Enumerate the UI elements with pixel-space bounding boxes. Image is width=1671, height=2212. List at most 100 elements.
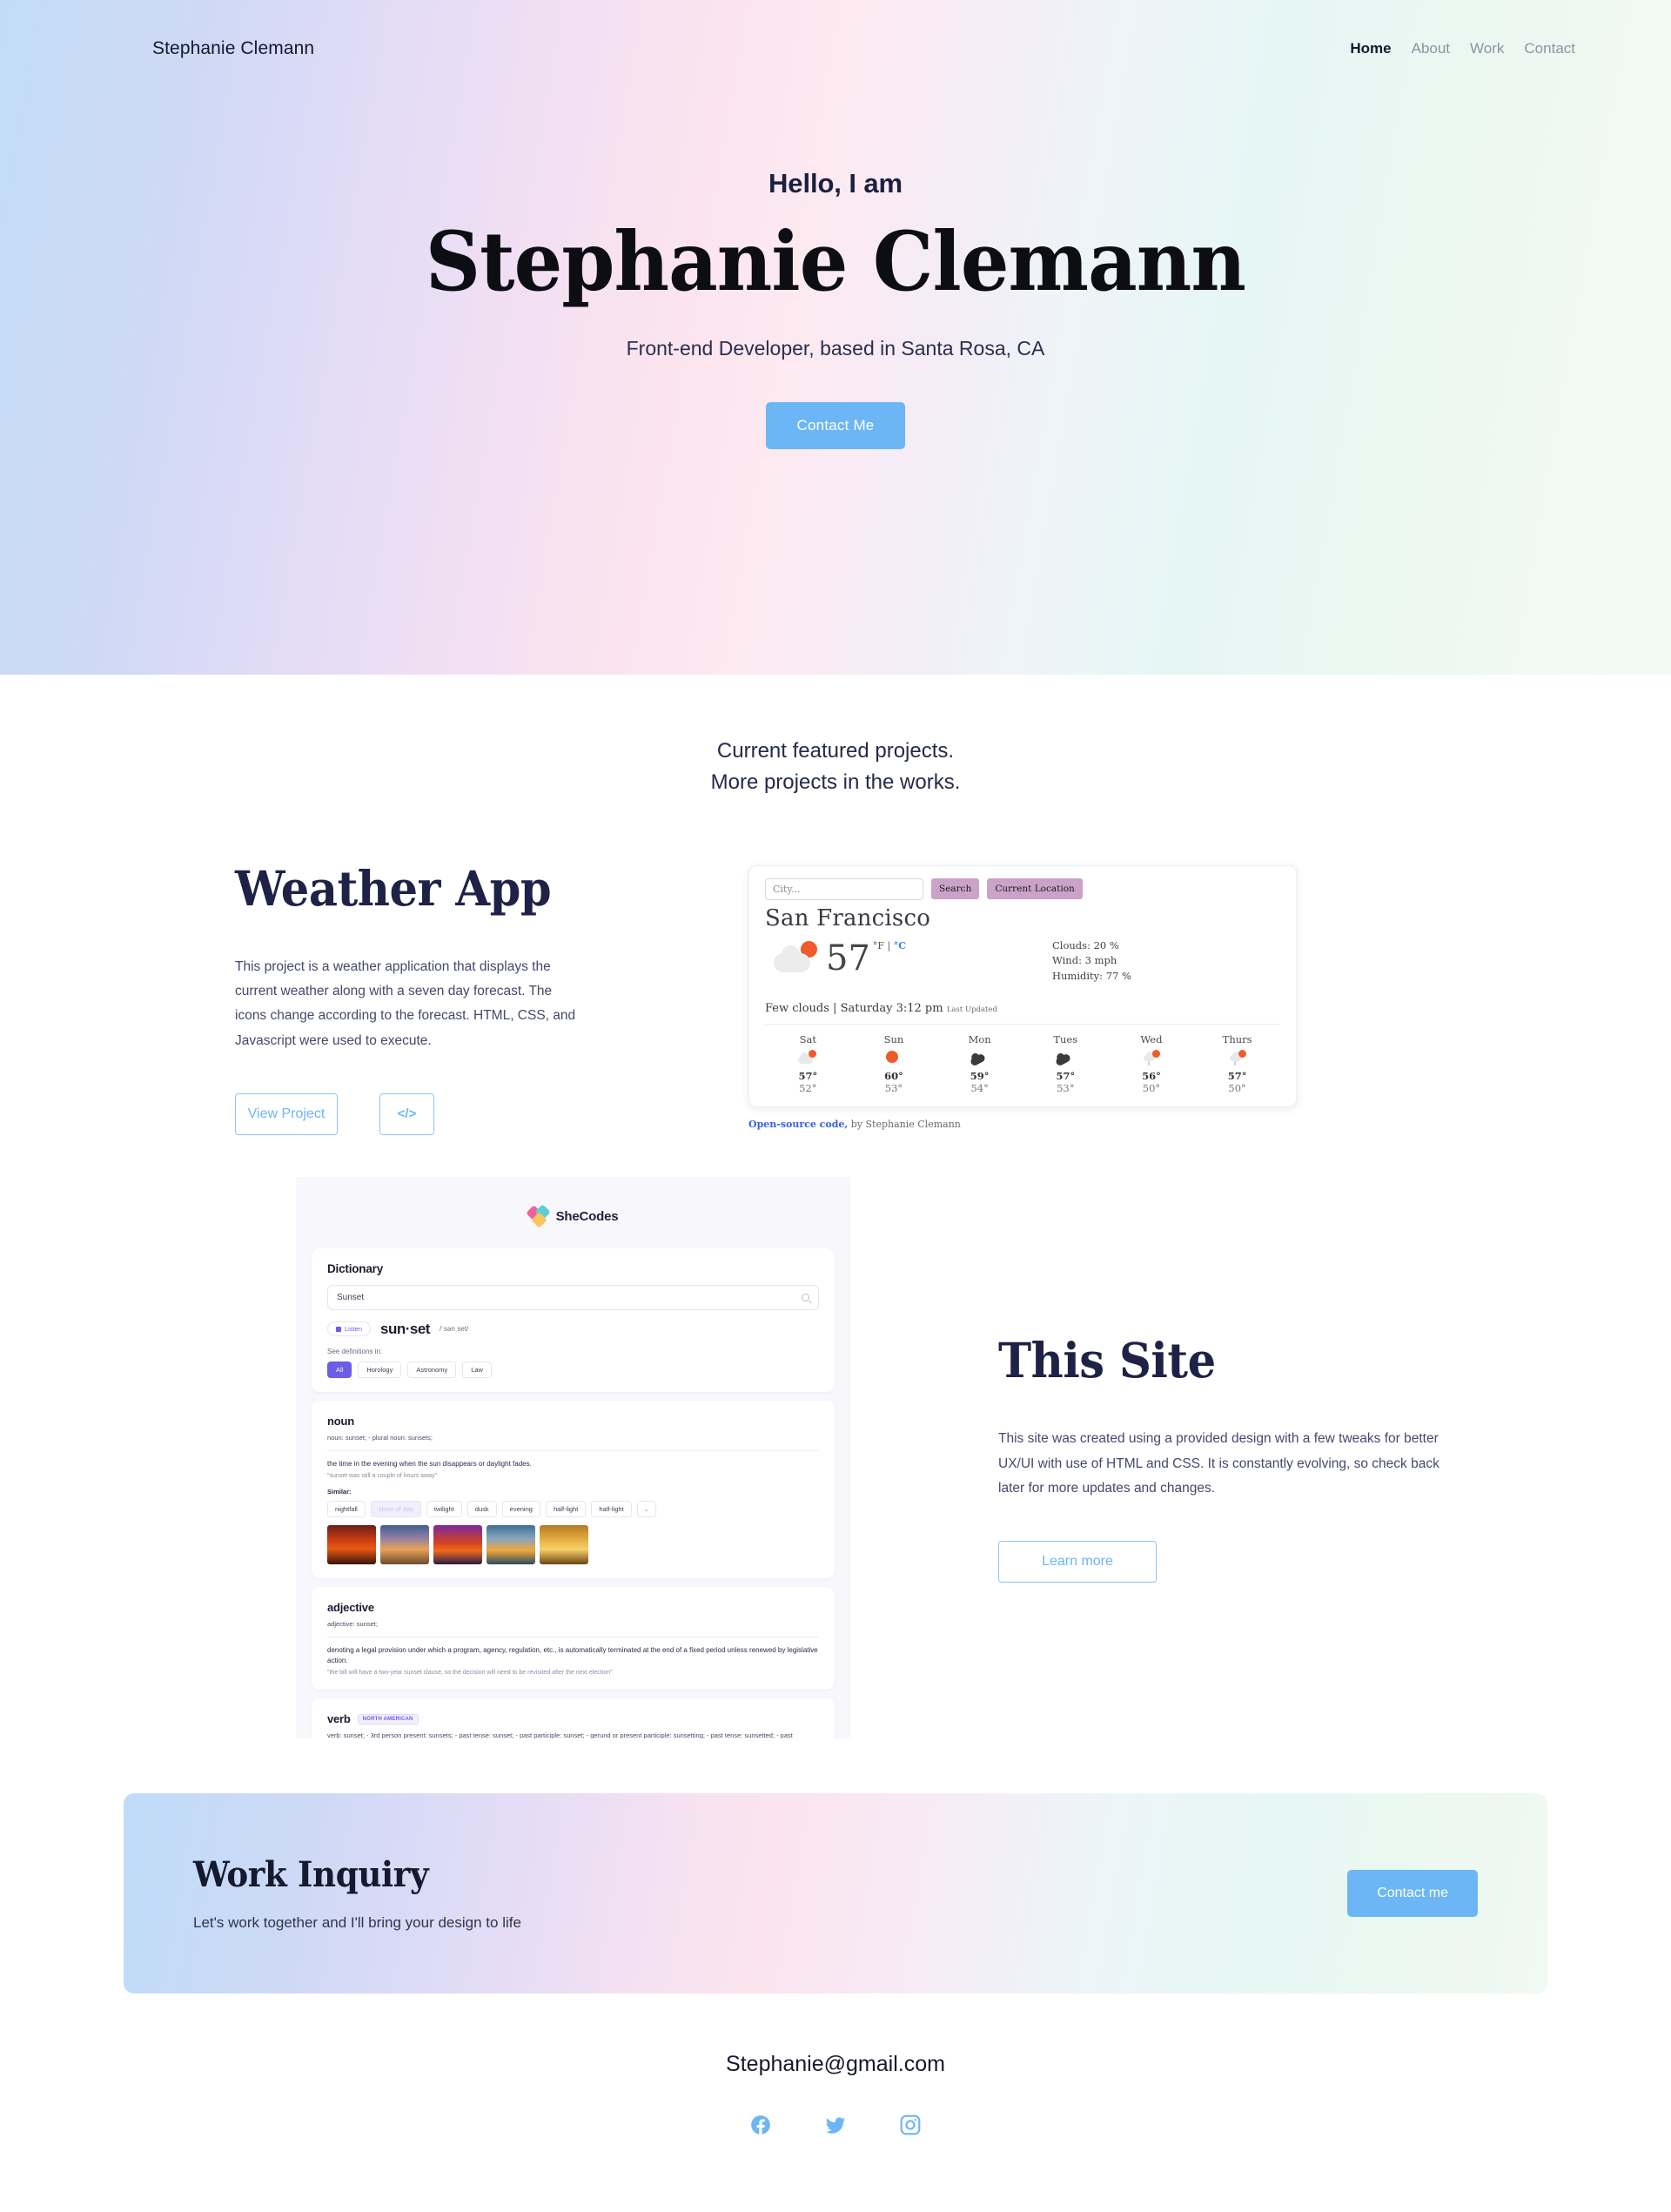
weather-city-input[interactable]: City... [765, 877, 923, 900]
adjective-definition: denoting a legal provision under which a… [327, 1646, 818, 1665]
forecast-low: 54° [970, 1082, 989, 1095]
main-nav: Home About Work Contact [1350, 40, 1575, 57]
site-brand: Stephanie Clemann [152, 38, 315, 58]
similar-chip[interactable]: evening [501, 1501, 540, 1517]
similar-chip[interactable]: dusk [466, 1501, 497, 1517]
weather-condition-line: Few clouds | Saturday 3:12 pm Last Updat… [765, 1002, 1280, 1022]
site-footer: Stephanie@gmail.com [0, 1993, 1671, 2188]
weather-last-updated: Last Updated [946, 1005, 997, 1015]
weather-sep: | [833, 1002, 837, 1016]
verb-pos-label: verb NORTH AMERICAN [327, 1712, 819, 1725]
forecast-day-label: Thurs [1222, 1033, 1252, 1046]
noun-image-strip [327, 1525, 819, 1564]
weather-search-button[interactable]: Search [931, 878, 980, 900]
work-inquiry-text: Work Inquiry Let's work together and I'l… [193, 1854, 521, 1932]
projects-intro-line1: Current featured projects. [716, 739, 955, 763]
learn-more-button[interactable]: Learn more [998, 1541, 1157, 1583]
view-project-button[interactable]: View Project [235, 1093, 338, 1135]
source-code-button[interactable]: </> [379, 1093, 434, 1135]
forecast-low: 50° [1142, 1082, 1161, 1095]
nav-link-work[interactable]: Work [1470, 40, 1504, 57]
work-inquiry-contact-button[interactable]: Contact me [1347, 1869, 1478, 1917]
forecast-day-label: Mon [968, 1033, 991, 1046]
adjective-example: "the bill will have a two-year sunset cl… [327, 1670, 613, 1677]
dictionary-word-row: Listen sun·set /ˈsənˌset/ [327, 1321, 819, 1338]
work-inquiry-subtitle: Let's work together and I'll bring your … [193, 1914, 521, 1932]
similar-chip[interactable]: nightfall [327, 1501, 366, 1517]
adjective-forms: adjective: sunset; [327, 1620, 378, 1628]
dictionary-noun-card: noun noun: sunset; - plural noun: sunset… [312, 1400, 835, 1578]
weather-unit-toggle[interactable]: °F | °C [873, 940, 906, 951]
projects-intro: Current featured projects. More projects… [0, 736, 1671, 799]
hero-contact-button[interactable]: Contact Me [765, 401, 906, 449]
sunset-thumbnail [433, 1525, 482, 1564]
sunset-thumbnail [380, 1525, 429, 1564]
forecast-day-label: Sun [883, 1033, 904, 1046]
verb-label: verb [327, 1712, 351, 1726]
forecast-day-label: Wed [1140, 1033, 1163, 1046]
sunset-thumbnail [487, 1525, 535, 1564]
hero-section: Stephanie Clemann Home About Work Contac… [0, 0, 1671, 675]
chevron-down-icon[interactable]: ⌄ [636, 1501, 656, 1517]
weather-current-location-button[interactable]: Current Location [987, 878, 1083, 900]
weather-temperature: 57 [826, 938, 870, 979]
weather-app-description: This project is a weather application th… [235, 958, 576, 1048]
noun-pos-label: noun [327, 1414, 354, 1428]
this-site-title: This Site [998, 1332, 1216, 1389]
forecast-high: 57° [1056, 1070, 1076, 1083]
dictionary-adjective-card: adjective adjective: sunset; denoting a … [312, 1587, 835, 1691]
dictionary-search-value: Sunset [337, 1292, 365, 1302]
nav-link-contact[interactable]: Contact [1524, 40, 1575, 57]
rain-sun-icon [1207, 1050, 1268, 1067]
similar-chip[interactable]: half-light [591, 1501, 632, 1517]
nav-link-about[interactable]: About [1412, 40, 1450, 57]
open-source-code-link[interactable]: Open-source code, [748, 1119, 848, 1130]
this-site-text: This Site This site was created using a … [850, 1332, 1442, 1583]
dictionary-verb-card: verb NORTH AMERICAN verb: sunset; - 3rd … [312, 1698, 835, 1738]
see-definitions-label: See definitions in: [327, 1347, 383, 1355]
unit-fahrenheit[interactable]: °F [873, 940, 884, 951]
dictionary-search-card: Dictionary Sunset Listen sun·set /ˈsənˌs… [312, 1247, 835, 1392]
weather-temp-block: 57 °F | °C [765, 933, 1052, 985]
hero-name-heading: Stephanie Clemann [425, 214, 1246, 310]
filter-chip-astronomy[interactable]: Astronomy [407, 1361, 457, 1378]
unit-celsius[interactable]: °C [894, 940, 906, 951]
dictionary-search-input[interactable]: Sunset [327, 1284, 819, 1310]
forecast-day: Thurs 57° 50° [1207, 1033, 1268, 1094]
noun-similar-label: Similar: [327, 1488, 352, 1496]
footer-email[interactable]: Stephanie@gmail.com [0, 2052, 1671, 2077]
instagram-icon[interactable] [899, 2114, 922, 2136]
verb-forms: verb: sunset; - 3rd person present: suns… [327, 1731, 793, 1738]
forecast-high: 59° [970, 1070, 990, 1083]
similar-chip[interactable]: close of day [370, 1501, 421, 1517]
weather-time: Saturday 3:12 pm [840, 1002, 943, 1016]
twitter-icon[interactable] [824, 2114, 847, 2136]
filter-chip-horology[interactable]: Horology [358, 1361, 402, 1378]
forecast-high: 57° [798, 1070, 818, 1083]
filter-chip-all[interactable]: All [327, 1361, 352, 1378]
facebook-icon[interactable] [749, 2114, 772, 2136]
noun-similar-row: nightfall close of day twilight dusk eve… [327, 1501, 819, 1517]
filter-chip-law[interactable]: Law [462, 1361, 492, 1378]
similar-chip[interactable]: half-light [545, 1501, 587, 1517]
divider [327, 1450, 819, 1451]
weather-stat-humidity: Humidity: 77 % [1052, 970, 1131, 983]
work-inquiry-title: Work Inquiry [193, 1854, 429, 1896]
listen-button[interactable]: Listen [327, 1321, 372, 1337]
weather-stat-clouds: Clouds: 20 % [1052, 938, 1119, 951]
forecast-low: 50° [1228, 1082, 1246, 1095]
dictionary-word: sun·set [380, 1320, 430, 1337]
top-navigation-bar: Stephanie Clemann Home About Work Contac… [0, 0, 1671, 59]
project-this-site: SheCodes Dictionary Sunset Listen sun·se… [131, 1176, 1540, 1738]
nav-link-home[interactable]: Home [1350, 40, 1391, 57]
similar-chip[interactable]: twilight [426, 1501, 462, 1517]
projects-section: Current featured projects. More projects… [0, 675, 1671, 1738]
cloud-sun-icon [774, 941, 822, 976]
dark-cloud-icon [1035, 1050, 1096, 1067]
sunset-thumbnail [540, 1525, 588, 1564]
search-icon[interactable] [802, 1293, 809, 1301]
weather-app-buttons: View Project </> [235, 1093, 722, 1135]
forecast-day: Sat 57° 52° [777, 1033, 838, 1094]
noun-forms: noun: sunset; - plural noun: sunsets; [327, 1433, 433, 1442]
weather-stats: Clouds: 20 % Wind: 3 mph Humidity: 77 % [1052, 933, 1131, 985]
